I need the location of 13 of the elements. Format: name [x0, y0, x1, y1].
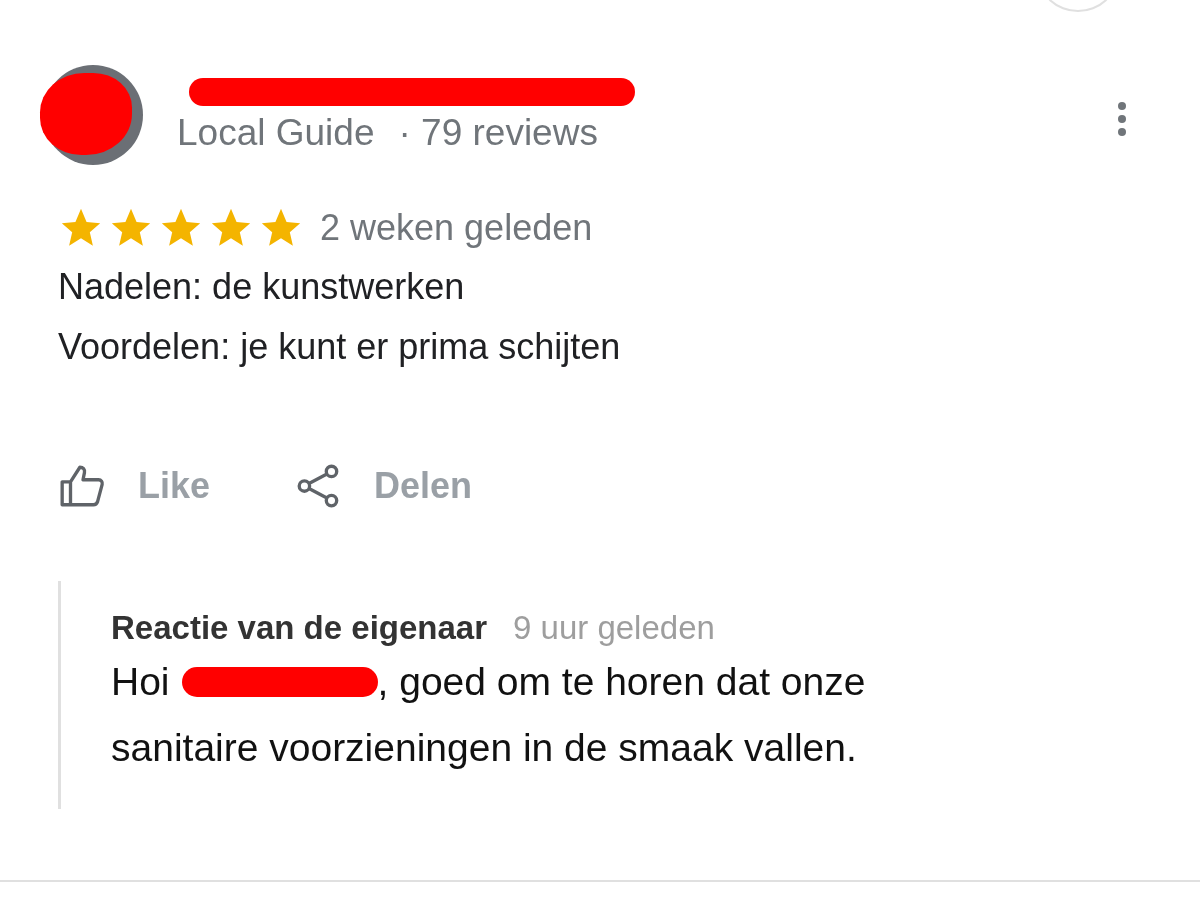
reply-title: Reactie van de eigenaar: [111, 609, 488, 647]
local-guide-label: Local Guide: [177, 112, 375, 154]
review-text: Voordelen: je kunt er prima schijten: [58, 325, 622, 369]
reply-time: 9 uur geleden: [513, 609, 715, 647]
reply-text: , goed om te horen dat onze: [377, 659, 866, 705]
review-time: 2 weken geleden: [320, 207, 593, 249]
reply-greeting: Hoi: [111, 659, 170, 705]
review-count: · 79 reviews: [398, 112, 598, 154]
share-button[interactable]: Delen: [294, 461, 473, 511]
reply-text: sanitaire voorzieningen in de smaak vallen.: [111, 725, 857, 771]
more-menu-icon[interactable]: [1116, 100, 1128, 138]
review-text: Nadelen: de kunstwerken: [58, 265, 466, 309]
like-button[interactable]: Like: [58, 461, 211, 511]
